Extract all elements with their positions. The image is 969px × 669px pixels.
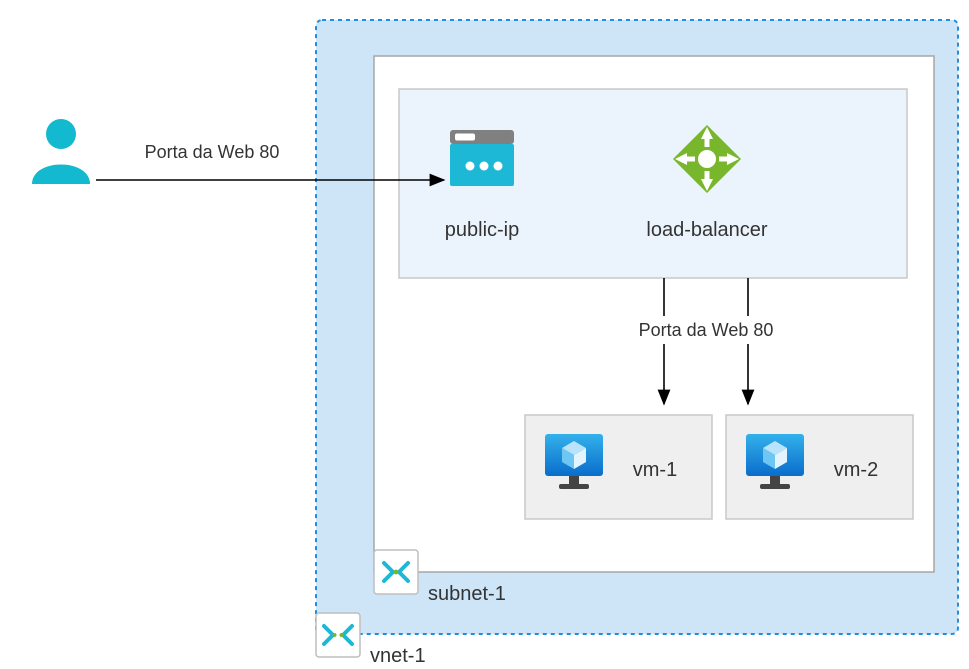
architecture-diagram: public-ip load-balancer Porta da Web 80 <box>0 0 969 669</box>
user-icon <box>32 119 90 184</box>
public-ip-label: public-ip <box>445 219 519 241</box>
load-balancer-label: load-balancer <box>646 219 768 241</box>
public-ip-icon <box>450 130 514 186</box>
vm-1-box: vm-1 <box>525 415 712 519</box>
vm-2-box: vm-2 <box>726 415 913 519</box>
vnet-badge-icon <box>316 613 360 657</box>
subnet-badge-icon <box>374 550 418 594</box>
subnet-label: subnet-1 <box>428 583 506 605</box>
vnet-label: vnet-1 <box>370 645 426 667</box>
user-to-lb-label: Porta da Web 80 <box>145 142 280 162</box>
vm-2-label: vm-2 <box>834 459 878 481</box>
lb-to-vm-label: Porta da Web 80 <box>639 320 774 340</box>
vm-1-label: vm-1 <box>633 459 677 481</box>
